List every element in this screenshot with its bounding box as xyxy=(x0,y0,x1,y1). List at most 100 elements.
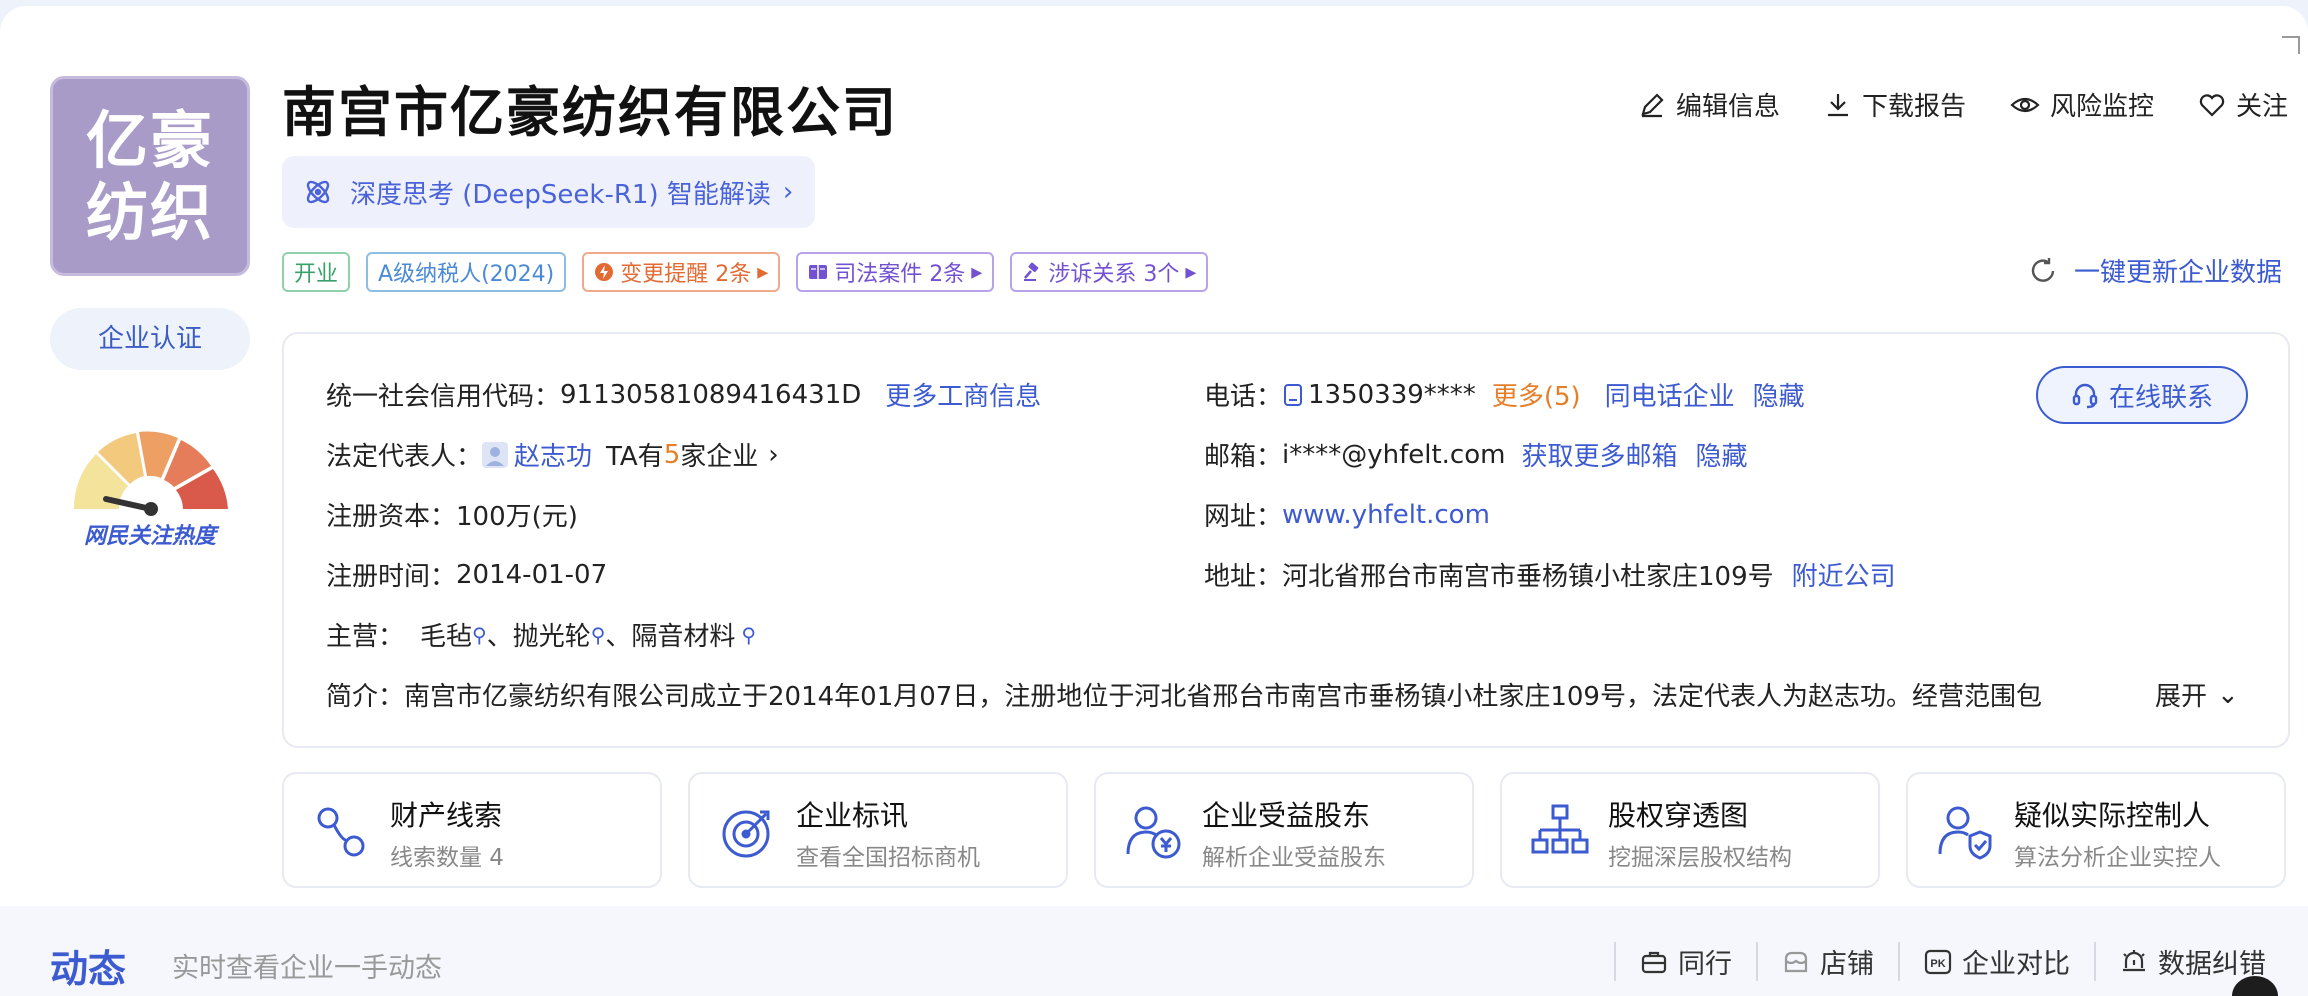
tag-status: 开业 xyxy=(282,252,351,292)
feature-title: 股权穿透图 xyxy=(1608,799,1749,832)
download-report-button[interactable]: 下载报告 xyxy=(1824,86,1966,123)
edit-info-label: 编辑信息 xyxy=(1675,92,1780,122)
risk-monitor-label: 风险监控 xyxy=(2049,92,2154,122)
judicial-cases-label: 司法案件 2条 xyxy=(834,262,966,287)
reg-date-row: 注册时间： 2014-01-07 xyxy=(326,556,607,593)
main-business-row: 主营： 毛毡 ⚲ 、 抛光轮 ⚲ 、 隔音材料 ⚲ xyxy=(326,616,756,653)
ai-interpret-label: 深度思考 (DeepSeek-R1) 智能解读 xyxy=(350,179,771,210)
more-business-info-link[interactable]: 更多工商信息 xyxy=(885,376,1041,413)
person-avatar-icon xyxy=(482,441,509,468)
address-label: 地址： xyxy=(1204,562,1283,592)
capital-row: 注册资本： 100万(元) xyxy=(326,496,578,533)
email-row: 邮箱： i****@yhfelt.com 获取更多邮箱 隐藏 xyxy=(1204,436,1748,473)
website-link[interactable]: www.yhfelt.com xyxy=(1282,500,1490,530)
chevron-right-icon[interactable]: › xyxy=(768,440,778,470)
company-name: 南宫市亿豪纺织有限公司 xyxy=(282,81,898,144)
phone-value: 1350339**** xyxy=(1308,379,1476,410)
email-value: i****@yhfelt.com xyxy=(1282,439,1506,470)
feature-bidding-info[interactable]: 企业标讯 查看全国招标商机 xyxy=(688,772,1068,888)
tag-judicial-cases[interactable]: 司法案件 2条 ▸ xyxy=(796,252,995,292)
feature-equity-chart[interactable]: 股权穿透图 挖掘深层股权结构 xyxy=(1500,772,1880,888)
chevron-down-icon[interactable]: ⌄ xyxy=(2217,680,2239,710)
nearby-companies-link[interactable]: 附近公司 xyxy=(1792,556,1896,593)
corner-mark xyxy=(2282,36,2300,54)
search-icon[interactable]: ⚲ xyxy=(591,623,606,647)
beneficiary-icon xyxy=(1126,806,1181,859)
phone-row: 电话： 1350339**** 更多(5) 同电话企业 隐藏 xyxy=(1204,376,1805,413)
book-icon xyxy=(809,265,828,279)
capital-value: 100万(元) xyxy=(456,502,578,532)
search-icon[interactable]: ⚲ xyxy=(741,623,756,647)
data-correction-button[interactable]: 数据纠错 xyxy=(2094,942,2290,981)
svg-text:PK: PK xyxy=(1930,958,1945,970)
intro-row: 简介： 南宫市亿豪纺织有限公司成立于2014年01月07日，注册地位于河北省邢台… xyxy=(326,676,2266,713)
ai-interpret-button[interactable]: 深度思考 (DeepSeek-R1) 智能解读 › xyxy=(282,156,816,228)
target-icon xyxy=(722,810,770,858)
legal-rep-name-link[interactable]: 赵志功 xyxy=(514,436,592,473)
controller-icon xyxy=(1938,806,1992,860)
follow-label: 关注 xyxy=(2235,92,2288,122)
follow-button[interactable]: 关注 xyxy=(2198,86,2288,123)
online-contact-button[interactable]: 在线联系 xyxy=(2036,366,2248,424)
headset-icon xyxy=(2072,383,2098,409)
reg-date-value: 2014-01-07 xyxy=(456,559,608,590)
store-button[interactable]: 店铺 xyxy=(1756,942,1898,981)
legal-rep-ta-suffix: 家企业 xyxy=(680,442,759,472)
compare-button[interactable]: PK 企业对比 xyxy=(1898,942,2094,981)
feature-cards: 财产线索 线索数量 4 企业标讯 查看全国招标商机 企业受益股东 解析企业受益股… xyxy=(282,772,2286,888)
org-chart-icon xyxy=(1531,804,1589,854)
more-emails-link[interactable]: 获取更多邮箱 xyxy=(1521,436,1677,473)
download-report-label: 下载报告 xyxy=(1861,92,1966,122)
store-label: 店铺 xyxy=(1820,949,1874,980)
feature-subtitle: 线索数量 4 xyxy=(390,845,504,871)
lightning-icon xyxy=(595,263,614,281)
feature-beneficiary[interactable]: 企业受益股东 解析企业受益股东 xyxy=(1094,772,1474,888)
search-icon[interactable]: ⚲ xyxy=(472,623,487,647)
feature-actual-controller[interactable]: 疑似实际控制人 算法分析企业实控人 xyxy=(1906,772,2286,888)
logo-text-line1: 亿豪 xyxy=(85,104,214,177)
feature-subtitle: 查看全国招标商机 xyxy=(796,845,980,871)
main-business-item[interactable]: 隔音材料 xyxy=(631,616,735,653)
pk-icon: PK xyxy=(1924,949,1952,974)
popularity-label: 网民关注热度 xyxy=(83,524,216,549)
same-phone-companies-link[interactable]: 同电话企业 xyxy=(1605,376,1735,413)
company-header-card: 亿豪 纺织 企业认证 网民关注热度 南宫市亿豪纺织有限公司 深度思考 (Deep… xyxy=(0,6,2308,908)
feature-asset-clues[interactable]: 财产线索 线索数量 4 xyxy=(282,772,662,888)
reg-date-label: 注册时间： xyxy=(326,562,457,592)
more-phones-link[interactable]: 更多(5) xyxy=(1492,376,1581,413)
edit-info-button[interactable]: 编辑信息 xyxy=(1638,86,1780,123)
hide-email-link[interactable]: 隐藏 xyxy=(1695,436,1747,473)
tag-change-reminder[interactable]: 变更提醒 2条 ▸ xyxy=(582,252,781,292)
email-label: 邮箱： xyxy=(1204,442,1283,472)
expand-button[interactable]: 展开 xyxy=(2155,676,2207,713)
dynamics-title[interactable]: 动态 xyxy=(50,938,126,993)
online-contact-label: 在线联系 xyxy=(2108,382,2213,413)
caret-right-icon: ▸ xyxy=(757,259,769,285)
enterprise-certify-button[interactable]: 企业认证 xyxy=(50,308,250,370)
main-business-item[interactable]: 抛光轮 xyxy=(513,616,591,653)
dynamics-bar: 动态 实时查看企业一手动态 同行 店铺 PK 企业对比 数据纠错 xyxy=(0,906,2308,996)
change-reminder-label: 变更提醒 2条 xyxy=(620,262,752,287)
feature-title: 疑似实际控制人 xyxy=(2014,799,2211,832)
main-business-item[interactable]: 毛毡 xyxy=(420,616,472,653)
litigation-label: 涉诉关系 3个 xyxy=(1048,262,1180,287)
tag-litigation[interactable]: 涉诉关系 3个 ▸ xyxy=(1010,252,1209,292)
logo-text-line2: 纺织 xyxy=(85,176,214,249)
store-icon xyxy=(1784,951,1808,972)
update-data-button[interactable]: 一键更新企业数据 xyxy=(2028,252,2282,289)
legal-rep-company-count: 5 xyxy=(663,439,681,470)
atom-icon xyxy=(306,180,330,204)
feature-title: 财产线索 xyxy=(390,799,503,832)
address-value: 河北省邢台市南宫市垂杨镇小杜家庄109号 xyxy=(1282,562,1774,592)
address-row: 地址： 河北省邢台市南宫市垂杨镇小杜家庄109号 附近公司 xyxy=(1204,556,1896,593)
feature-title: 企业受益股东 xyxy=(1202,799,1371,832)
intro-text: 南宫市亿豪纺织有限公司成立于2014年01月07日，注册地位于河北省邢台市南宫市… xyxy=(404,682,2042,712)
peers-button[interactable]: 同行 xyxy=(1614,942,1756,981)
phone-label: 电话： xyxy=(1204,382,1283,412)
risk-monitor-button[interactable]: 风险监控 xyxy=(2010,86,2154,123)
compare-label: 企业对比 xyxy=(1962,949,2070,980)
download-icon xyxy=(1827,93,1848,116)
data-correction-label: 数据纠错 xyxy=(2158,949,2266,980)
hide-phone-link[interactable]: 隐藏 xyxy=(1753,376,1805,413)
separator: 、 xyxy=(486,622,513,652)
